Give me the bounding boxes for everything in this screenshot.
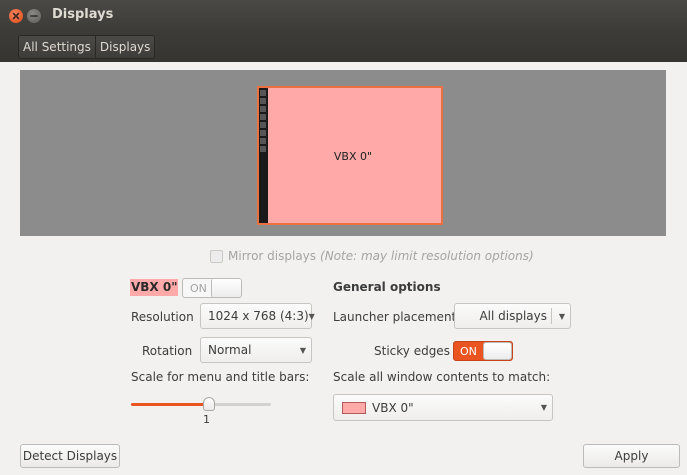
scale-slider-fill <box>131 403 209 406</box>
breadcrumb-all-settings[interactable]: All Settings <box>19 36 95 58</box>
resolution-label: Resolution <box>131 310 194 324</box>
detect-displays-button[interactable]: Detect Displays <box>20 444 120 468</box>
scale-all-label: Scale all window contents to match: <box>333 370 551 384</box>
resolution-select[interactable]: 1024 x 768 (4:3) ▼ <box>200 303 315 329</box>
switch-knob <box>483 342 512 360</box>
rotation-value: Normal <box>208 343 252 357</box>
general-options-heading: General options <box>333 280 441 294</box>
launcher-placement-label: Launcher placement <box>333 310 457 324</box>
chevron-down-icon: ▼ <box>308 311 315 321</box>
launcher-placement-value: All displays <box>479 309 547 323</box>
close-icon[interactable] <box>9 9 23 23</box>
sticky-edges-switch[interactable]: ON <box>453 341 513 361</box>
scale-slider-thumb[interactable] <box>203 397 215 411</box>
minimize-icon[interactable] <box>27 9 41 23</box>
scale-slider-value: 1 <box>203 413 210 426</box>
monitor-label: VBX 0" <box>333 150 373 163</box>
display-power-switch[interactable]: ON <box>182 278 242 298</box>
breadcrumb-displays[interactable]: Displays <box>94 36 155 58</box>
monitor-arrangement-area: VBX 0" <box>20 70 666 236</box>
display-color-swatch <box>342 401 366 414</box>
scale-all-value: VBX 0" <box>372 400 414 415</box>
display-name-label: VBX 0" <box>130 279 179 296</box>
breadcrumb: All Settings Displays <box>18 35 156 59</box>
scale-all-select[interactable]: VBX 0" ▼ <box>333 394 553 421</box>
scale-menu-label: Scale for menu and title bars: <box>131 370 310 384</box>
display-power-switch-label: ON <box>190 281 207 295</box>
scale-slider[interactable] <box>131 397 271 411</box>
mirror-displays-checkbox[interactable] <box>210 249 223 263</box>
window-titlebar: Displays <box>0 0 687 32</box>
window-title: Displays <box>52 7 114 22</box>
monitor-preview[interactable]: VBX 0" <box>257 86 443 225</box>
chevron-down-icon: ▼ <box>558 311 566 321</box>
apply-button[interactable]: Apply <box>583 444 680 468</box>
rotation-label: Rotation <box>142 344 193 358</box>
toolbar: All Settings Displays <box>0 32 687 62</box>
mirror-displays-label: Mirror displays <box>228 249 317 263</box>
switch-knob <box>211 279 241 297</box>
sticky-edges-label: Sticky edges <box>374 344 450 358</box>
chevron-down-icon: ▼ <box>299 345 307 355</box>
chevron-down-icon: ▼ <box>540 403 548 412</box>
sticky-edges-switch-label: ON <box>460 344 477 358</box>
mirror-displays-row: Mirror displays (Note: may limit resolut… <box>210 249 534 263</box>
launcher-placement-select[interactable]: All displays ▼ <box>454 303 571 329</box>
rotation-select[interactable]: Normal ▼ <box>200 337 312 363</box>
resolution-value: 1024 x 768 (4:3) <box>208 309 309 323</box>
mirror-displays-note: (Note: may limit resolution options) <box>320 249 534 263</box>
